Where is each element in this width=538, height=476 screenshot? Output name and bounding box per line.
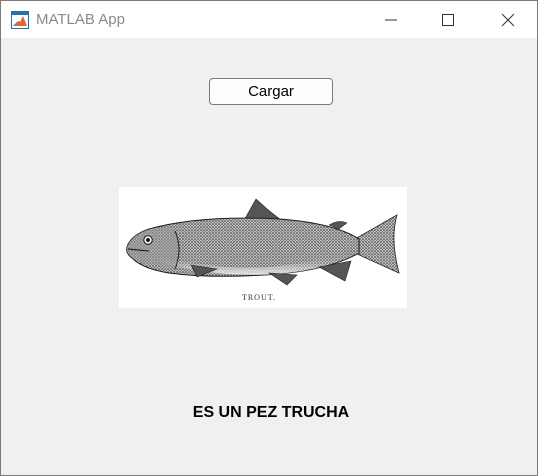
- image-caption: TROUT.: [242, 293, 276, 302]
- trout-illustration: TROUT.: [126, 198, 400, 302]
- title-bar[interactable]: MATLAB App: [1, 1, 537, 38]
- result-label: ES UN PEZ TRUCHA: [192, 404, 350, 421]
- app-content: Cargar TROUT. ES UN PEZ TRUCHA: [1, 38, 537, 475]
- close-icon: [501, 13, 515, 27]
- fish-image: TROUT.: [119, 187, 407, 308]
- minimize-button[interactable]: [368, 1, 414, 38]
- close-button[interactable]: [485, 1, 531, 38]
- matlab-logo-icon: [11, 11, 29, 29]
- load-button[interactable]: Cargar: [209, 78, 333, 105]
- minimize-icon: [385, 19, 397, 21]
- maximize-button[interactable]: [425, 1, 471, 38]
- window-title: MATLAB App: [36, 11, 125, 28]
- maximize-icon: [442, 14, 454, 26]
- app-window: MATLAB App Cargar TROUT. ES UN PEZ TRUCH…: [0, 0, 538, 476]
